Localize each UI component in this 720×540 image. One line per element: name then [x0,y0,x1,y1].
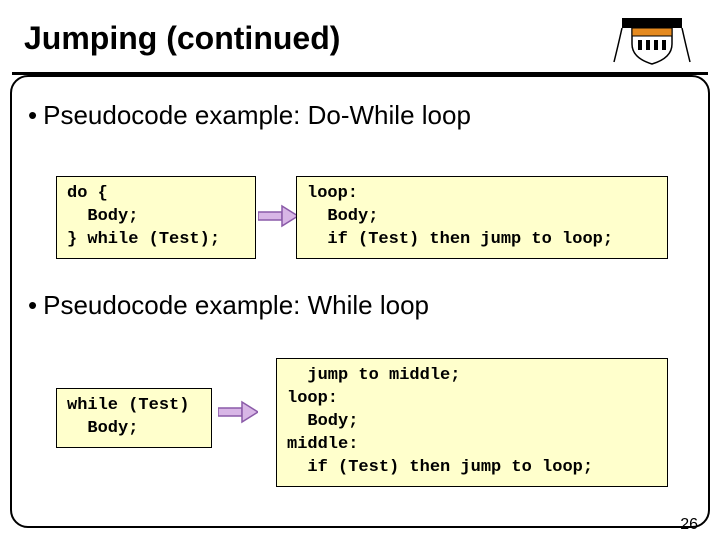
bullet-dowhile: •Pseudocode example: Do-While loop [28,100,471,131]
bullet-while-text: Pseudocode example: While loop [43,290,429,320]
codebox-while-source: while (Test) Body; [56,388,212,448]
page-title: Jumping (continued) [24,20,340,57]
bullet-while: •Pseudocode example: While loop [28,290,429,321]
codebox-dowhile-target: loop: Body; if (Test) then jump to loop; [296,176,668,259]
bullet-dot-icon: • [28,290,37,320]
codebox-while-target: jump to middle; loop: Body; middle: if (… [276,358,668,487]
university-shield-icon [612,12,692,68]
bullet-dot-icon: • [28,100,37,130]
arrow-icon [258,204,298,233]
codebox-dowhile-source: do { Body; } while (Test); [56,176,256,259]
bullet-dowhile-text: Pseudocode example: Do-While loop [43,100,471,130]
slide: Jumping (continued) •Pseudocode example:… [0,0,720,540]
page-number: 26 [680,516,698,534]
arrow-icon [218,400,258,429]
